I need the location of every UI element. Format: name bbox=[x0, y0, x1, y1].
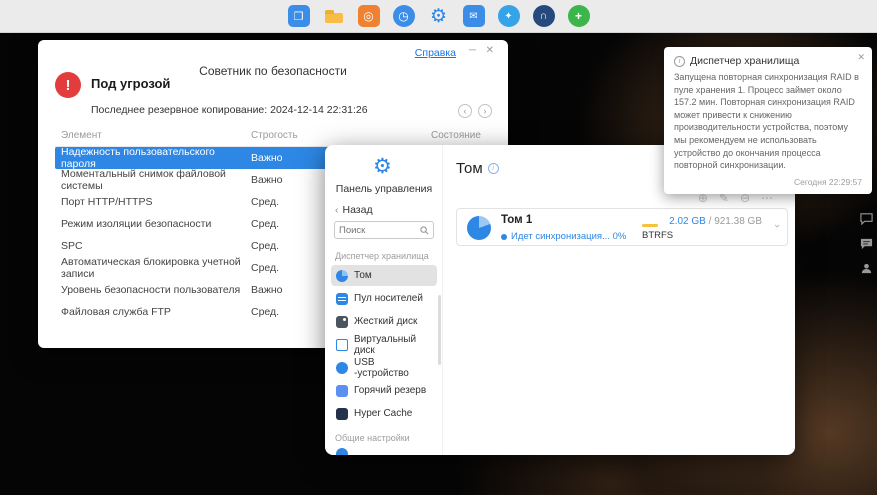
carousel-next-icon[interactable]: › bbox=[478, 104, 492, 118]
back-button[interactable]: ‹ Назад bbox=[335, 204, 373, 216]
app-center-icon[interactable]: ◎ bbox=[358, 5, 380, 27]
header-severity: Строгость bbox=[251, 130, 431, 141]
sidebar-item-hard-disk[interactable]: Жесткий диск bbox=[331, 311, 437, 332]
row-element: Уровень безопасности пользователя bbox=[61, 284, 251, 296]
notification-title: Диспетчер хранилища bbox=[690, 55, 799, 67]
notification-timestamp: Сегодня 22:29:57 bbox=[674, 177, 862, 187]
feedback-bubble-icon[interactable] bbox=[860, 212, 873, 225]
info-icon: i bbox=[674, 56, 685, 67]
section-storage-manager: Диспетчер хранилища bbox=[335, 251, 429, 261]
sidebar-item-label: Пул носителей bbox=[354, 293, 423, 304]
chevron-left-icon: ‹ bbox=[335, 204, 339, 216]
contacts-icon[interactable] bbox=[860, 262, 873, 275]
volume-capacity: 2.02 GB / 921.38 GB bbox=[669, 216, 762, 227]
status-carousel-nav: ‹ › bbox=[458, 104, 492, 118]
search-icon bbox=[420, 226, 429, 235]
desktop-switcher-icon[interactable]: ❐ bbox=[288, 5, 310, 27]
usb-icon bbox=[336, 362, 348, 374]
row-element: Моментальный снимок файловой системы bbox=[61, 168, 251, 192]
control-panel-icon[interactable]: ⚙ bbox=[428, 5, 450, 27]
close-icon[interactable]: ✕ bbox=[857, 52, 865, 63]
desktop-edge-toolbar bbox=[860, 212, 873, 275]
minimize-icon[interactable]: ─ bbox=[469, 45, 476, 56]
volume-name: Том 1 bbox=[501, 214, 532, 226]
sidebar-item-virtual-disk[interactable]: Виртуальный диск bbox=[331, 334, 437, 355]
close-icon[interactable]: ✕ bbox=[486, 45, 494, 56]
page-title: Том bbox=[456, 160, 483, 177]
sidebar-item-storage-pool[interactable]: Пул носителей bbox=[331, 288, 437, 309]
control-panel-sidebar: ⚙ Панель управления ‹ Назад Диспетчер хра… bbox=[325, 145, 443, 455]
row-element: Режим изоляции безопасности bbox=[61, 218, 251, 230]
sidebar-item-clipped-icon[interactable] bbox=[336, 448, 348, 455]
control-panel-gear-icon: ⚙ bbox=[373, 154, 392, 179]
info-icon[interactable]: i bbox=[488, 163, 499, 174]
security-app-icon[interactable]: + bbox=[568, 5, 590, 27]
mail-icon[interactable]: ✉ bbox=[463, 5, 485, 27]
notification-body: Запущена повторная синхронизация RAID в … bbox=[674, 71, 862, 172]
sync-status-text: Идет синхронизация... 0% bbox=[511, 231, 626, 242]
remote-access-icon[interactable]: ✦ bbox=[498, 5, 520, 27]
notification-toast[interactable]: ✕ i Диспетчер хранилища Запущена повторн… bbox=[664, 47, 872, 194]
sidebar-item-label: Том bbox=[354, 270, 372, 281]
page-title-wrap: Том i bbox=[456, 160, 499, 177]
row-element: SPC bbox=[61, 240, 251, 252]
alert-icon: ! bbox=[55, 72, 81, 98]
carousel-prev-icon[interactable]: ‹ bbox=[458, 104, 472, 118]
volume-pie-icon bbox=[336, 270, 348, 282]
row-element: Файловая служба FTP bbox=[61, 306, 251, 318]
sidebar-item-label: Hyper Cache bbox=[354, 408, 412, 419]
search-box bbox=[334, 221, 434, 239]
sidebar-item-hot-spare[interactable]: Горячий резерв bbox=[331, 380, 437, 401]
backup-clock-icon[interactable]: ◷ bbox=[393, 5, 415, 27]
section-general-settings: Общие настройки bbox=[335, 433, 410, 443]
security-status-title: Под угрозой bbox=[91, 76, 170, 91]
taskbar: ❐ ◎ ◷ ⚙ ✉ ✦ ∩ + bbox=[0, 0, 877, 33]
notification-header: i Диспетчер хранилища bbox=[674, 55, 862, 67]
search-input[interactable] bbox=[335, 225, 420, 236]
sidebar-item-label: USB -устройство bbox=[354, 357, 432, 379]
hot-spare-icon bbox=[336, 385, 348, 397]
header-element: Элемент bbox=[61, 130, 251, 141]
volume-card[interactable]: Том 1 Идет синхронизация... 0% 2.02 GB /… bbox=[456, 208, 788, 246]
row-element: Порт HTTP/HTTPS bbox=[61, 196, 251, 208]
chat-lines-icon[interactable] bbox=[860, 237, 873, 250]
sidebar-item-label: Жесткий диск bbox=[354, 316, 417, 327]
last-backup-text: Последнее резервное копирование: 2024-12… bbox=[91, 104, 368, 116]
volume-sync-status: Идет синхронизация... 0% bbox=[501, 231, 626, 242]
row-element: Надежность пользовательского пароля bbox=[61, 146, 251, 170]
virtual-disk-icon bbox=[336, 339, 348, 351]
status-dot-icon bbox=[501, 234, 507, 240]
capacity-used: 2.02 GB bbox=[669, 216, 706, 227]
volume-usage-pie-icon bbox=[467, 216, 491, 240]
capacity-separator: / bbox=[706, 216, 714, 227]
chevron-down-icon[interactable]: › bbox=[771, 224, 783, 228]
hyper-cache-icon bbox=[336, 408, 348, 420]
sidebar-item-label: Горячий резерв bbox=[354, 385, 426, 396]
sidebar-scrollbar[interactable] bbox=[438, 295, 441, 365]
sidebar-item-label: Виртуальный диск bbox=[354, 334, 432, 356]
capacity-total: 921.38 GB bbox=[714, 216, 762, 227]
sidebar-item-hyper-cache[interactable]: Hyper Cache bbox=[331, 403, 437, 424]
storage-pool-icon bbox=[336, 293, 348, 305]
file-manager-icon[interactable] bbox=[323, 5, 345, 27]
hdd-icon bbox=[336, 316, 348, 328]
row-element: Автоматическая блокировка учетной записи bbox=[61, 256, 251, 280]
control-panel-title: Панель управления bbox=[325, 183, 443, 195]
fs-indicator-bar bbox=[642, 224, 658, 227]
header-state: Состояние bbox=[431, 130, 485, 141]
filesystem-label: BTRFS bbox=[642, 230, 673, 241]
sidebar-item-usb-device[interactable]: USB -устройство bbox=[331, 357, 437, 378]
support-headset-icon[interactable]: ∩ bbox=[533, 5, 555, 27]
sidebar-item-volume[interactable]: Том bbox=[331, 265, 437, 286]
help-link[interactable]: Справка bbox=[415, 47, 456, 59]
back-label: Назад bbox=[343, 204, 373, 216]
